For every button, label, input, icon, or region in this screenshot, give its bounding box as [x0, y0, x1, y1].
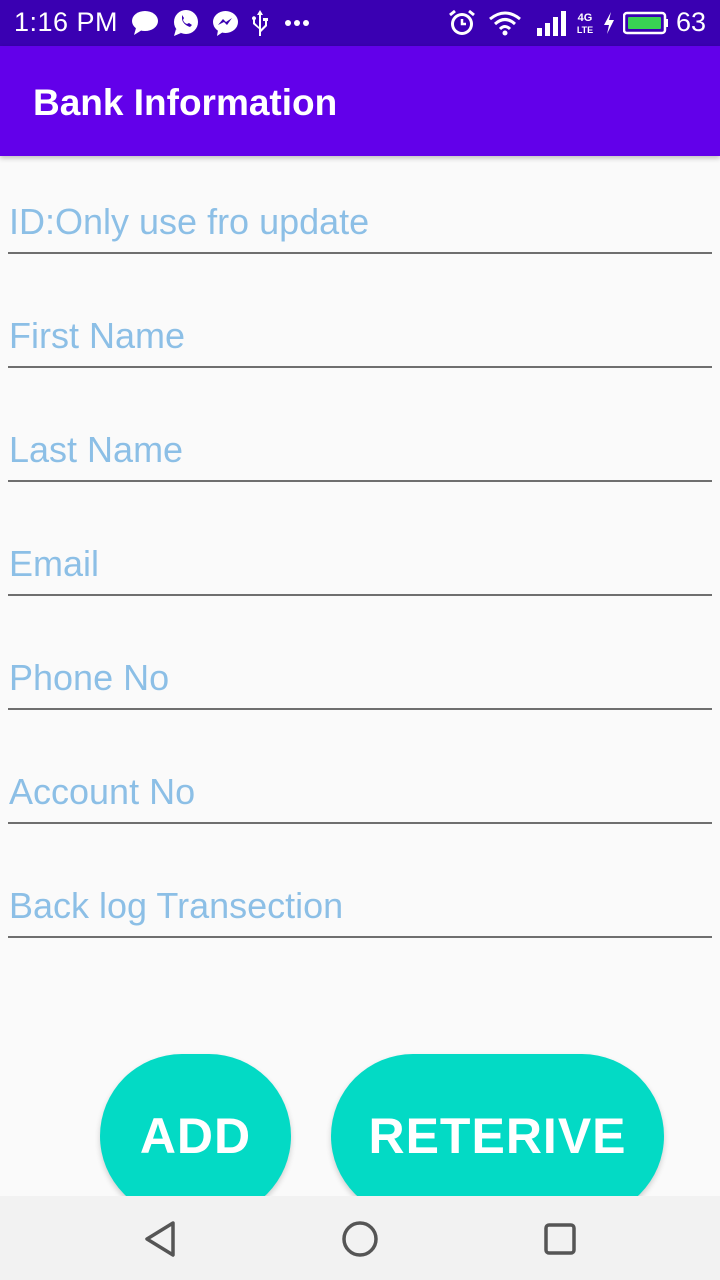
last-name-underline [8, 480, 712, 482]
backlog-input[interactable] [8, 878, 712, 934]
status-time: 1:16 PM [14, 7, 119, 37]
recents-icon[interactable] [535, 1214, 585, 1264]
phone-input[interactable] [8, 650, 712, 706]
lte-icon: 4G LTE [574, 9, 596, 37]
app-bar: Bank Information [0, 46, 720, 156]
signal-icon [535, 9, 569, 37]
id-input[interactable] [8, 194, 712, 250]
add-button[interactable]: ADD [100, 1054, 291, 1218]
status-bar: 1:16 PM 4G LTE 63 [0, 0, 720, 46]
email-field [8, 536, 712, 596]
email-underline [8, 594, 712, 596]
usb-icon [249, 9, 271, 37]
wifi-icon [487, 9, 523, 37]
first-name-field [8, 308, 712, 368]
back-icon[interactable] [135, 1214, 185, 1264]
first-name-input[interactable] [8, 308, 712, 364]
alarm-icon [447, 9, 477, 37]
more-dots-icon [283, 9, 311, 37]
battery-level: 63 [676, 7, 707, 37]
last-name-field [8, 422, 712, 482]
first-name-underline [8, 366, 712, 368]
messenger-icon [211, 9, 239, 37]
last-name-input[interactable] [8, 422, 712, 478]
phone-underline [8, 708, 712, 710]
home-icon[interactable] [335, 1214, 385, 1264]
backlog-field [8, 878, 712, 938]
svg-text:4G: 4G [578, 12, 593, 24]
whatsapp-icon [171, 9, 201, 37]
nav-bar [0, 1196, 720, 1280]
chat-bubble-icon [130, 9, 160, 37]
id-underline [8, 252, 712, 254]
page-title: Bank Information [33, 82, 338, 123]
retrieve-button[interactable]: RETERIVE [331, 1054, 664, 1218]
svg-text:LTE: LTE [577, 25, 593, 35]
account-underline [8, 822, 712, 824]
id-field [8, 194, 712, 254]
phone-field [8, 650, 712, 710]
battery-icon [622, 9, 670, 37]
account-field [8, 764, 712, 824]
email-input[interactable] [8, 536, 712, 592]
charging-icon [600, 9, 618, 37]
account-input[interactable] [8, 764, 712, 820]
backlog-underline [8, 936, 712, 938]
